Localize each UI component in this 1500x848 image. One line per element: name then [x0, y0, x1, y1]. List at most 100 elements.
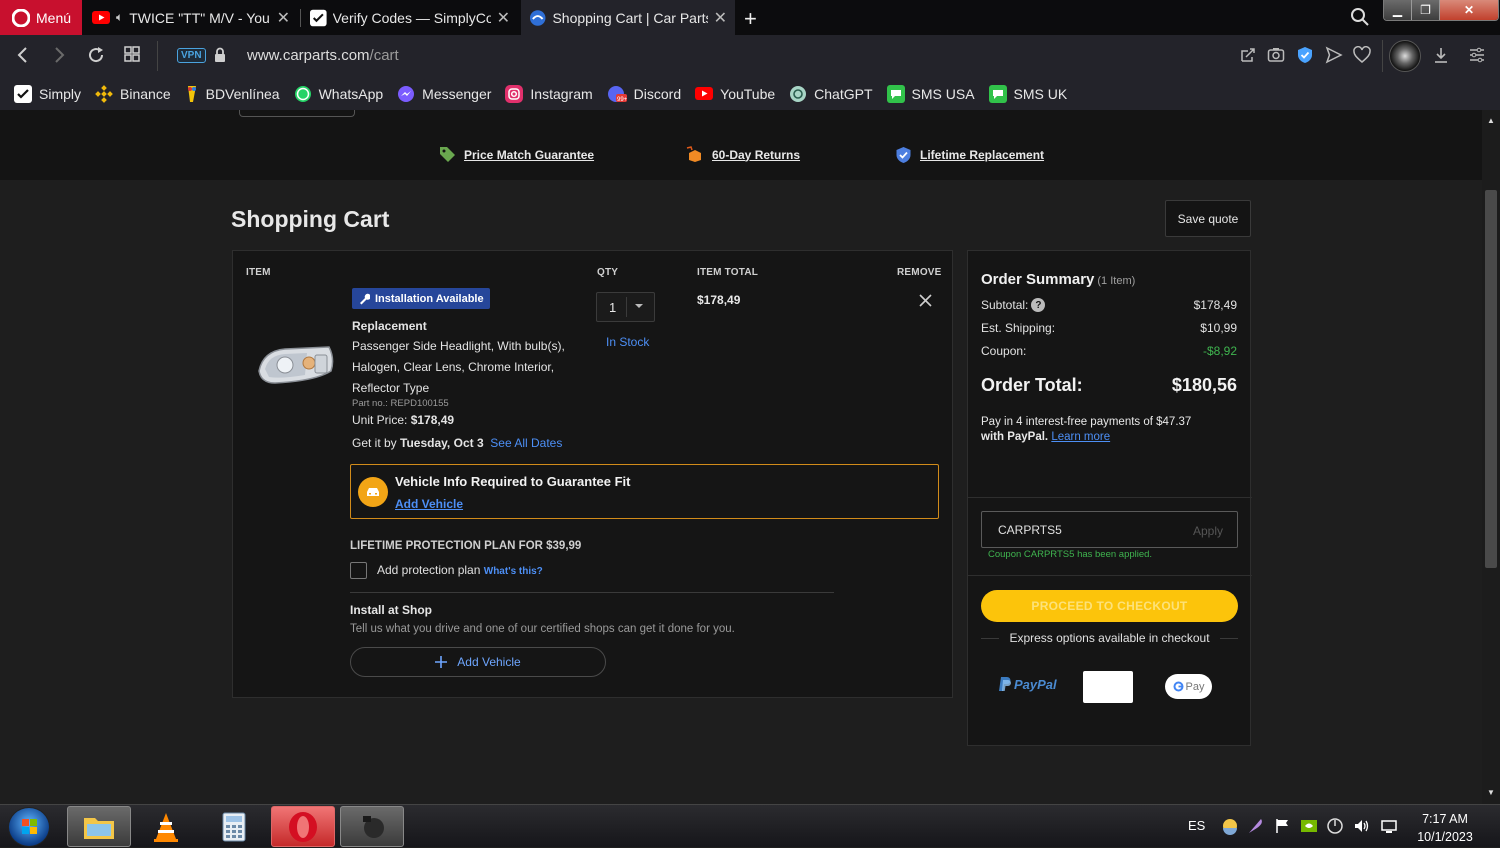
bookmark-messenger[interactable]: Messenger: [397, 85, 491, 103]
bookmark-chatgpt[interactable]: ChatGPT: [789, 85, 873, 103]
apple-pay-button[interactable]: [1083, 671, 1133, 703]
price-match-link[interactable]: Price Match Guarantee: [439, 146, 594, 163]
tab-title: Verify Codes — SimplyCodes: [332, 9, 491, 26]
bookmark-bdvenlinea[interactable]: BDVenlínea: [185, 85, 280, 103]
close-tab-icon[interactable]: ✕: [277, 8, 290, 28]
remove-item-close-icon[interactable]: [919, 294, 932, 307]
opera-menu-label: Menú: [36, 9, 72, 26]
returns-link[interactable]: 60-Day Returns: [686, 146, 800, 163]
guarantee-label: Price Match Guarantee: [464, 147, 595, 162]
scroll-down-arrow-icon[interactable]: ▼: [1487, 788, 1495, 797]
shipping-row: Est. Shipping: $10,99: [981, 321, 1237, 335]
file-explorer-taskbar-button[interactable]: [67, 806, 131, 847]
vlc-taskbar-button[interactable]: [134, 806, 198, 847]
eta-prefix: Get it by: [352, 436, 401, 450]
nvidia-tray-icon[interactable]: [1300, 817, 1318, 835]
bookmark-sms-uk[interactable]: SMS UK: [988, 84, 1067, 103]
shipping-value: $10,99: [1200, 321, 1237, 335]
tab-carparts[interactable]: Shopping Cart | Car Parts ✕: [521, 0, 735, 35]
lifetime-replacement-link[interactable]: Lifetime Replacement: [895, 146, 1044, 164]
easy-setup-menu-icon[interactable]: [1469, 46, 1485, 64]
tag-icon: [440, 147, 455, 162]
protection-plan-checkbox[interactable]: [350, 562, 367, 579]
install-at-shop-description: Tell us what you drive and one of our ce…: [350, 623, 735, 635]
tab-youtube[interactable]: 🔈︎ TWICE "TT" M/V - YouTube ✕: [84, 0, 298, 35]
bookmark-label: Instagram: [530, 85, 593, 102]
volume-tray-icon[interactable]: [1353, 817, 1371, 835]
quantity-select[interactable]: 1: [596, 292, 655, 322]
language-indicator[interactable]: ES: [1188, 818, 1205, 833]
profile-avatar[interactable]: [1389, 40, 1421, 72]
shipping-label: Est. Shipping:: [981, 321, 1056, 335]
product-name[interactable]: Replacement: [352, 319, 427, 333]
camera-icon[interactable]: [1267, 46, 1285, 64]
bookmark-discord[interactable]: 99+ Discord: [607, 85, 681, 103]
url-field[interactable]: www.carparts.com/cart: [247, 47, 399, 64]
eta-date: Tuesday, Oct 3: [400, 436, 484, 450]
express-options-text: Express options available in checkout: [1009, 631, 1210, 645]
close-tab-icon[interactable]: ✕: [497, 8, 510, 28]
whats-this-link[interactable]: What's this?: [484, 566, 543, 577]
network-tray-icon[interactable]: [1380, 817, 1398, 835]
coupon-value: -$8,92: [1202, 344, 1237, 358]
minimize-button[interactable]: ▁: [1384, 0, 1412, 20]
bookmark-label: YouTube: [720, 85, 776, 102]
close-window-button[interactable]: ✕: [1440, 0, 1498, 20]
coupon-field[interactable]: CARPRTS5 Apply: [981, 511, 1238, 548]
see-all-dates-link[interactable]: See All Dates: [490, 436, 562, 450]
save-quote-button[interactable]: Save quote: [1165, 200, 1251, 237]
edit-share-icon[interactable]: [1239, 46, 1257, 64]
opera-taskbar-button[interactable]: [271, 806, 335, 847]
start-button[interactable]: [8, 807, 50, 847]
close-tab-icon[interactable]: ✕: [714, 8, 727, 28]
url-host: www.carparts.com: [247, 47, 370, 64]
maximize-button[interactable]: ❐: [1412, 0, 1440, 20]
add-vehicle-link[interactable]: Add Vehicle: [395, 497, 463, 511]
bookmark-youtube[interactable]: YouTube: [695, 86, 775, 102]
product-description-line: Halogen, Clear Lens, Chrome Interior,: [352, 360, 555, 374]
system-clock[interactable]: 7:17 AM 10/1/2023: [1412, 810, 1478, 846]
bookmark-whatsapp[interactable]: WhatsApp: [294, 85, 383, 103]
tab-grid-icon[interactable]: [124, 46, 140, 62]
scroll-up-arrow-icon[interactable]: ▲: [1487, 116, 1495, 125]
flag-tray-icon[interactable]: [1274, 817, 1292, 835]
page-scrollbar[interactable]: ▲ ▼: [1482, 110, 1500, 804]
scrollbar-thumb[interactable]: [1485, 190, 1497, 568]
heart-icon[interactable]: [1353, 46, 1371, 64]
bookmark-sms-usa[interactable]: SMS USA: [886, 84, 975, 103]
app-taskbar-button[interactable]: [340, 806, 404, 847]
apply-coupon-button[interactable]: Apply: [1193, 524, 1223, 538]
download-icon[interactable]: [1432, 46, 1450, 64]
bookmark-simply[interactable]: Simply: [14, 84, 81, 103]
vpn-badge[interactable]: VPN: [177, 48, 206, 63]
learn-more-link[interactable]: Learn more: [1051, 431, 1110, 443]
order-summary-panel: Order Summary (1 Item) Subtotal:? $178,49…: [967, 250, 1252, 746]
tab-simplycodes[interactable]: Verify Codes — SimplyCodes ✕: [302, 0, 518, 35]
send-icon[interactable]: [1325, 46, 1343, 64]
lock-icon[interactable]: [214, 47, 226, 63]
proceed-to-checkout-button[interactable]: PROCEED TO CHECKOUT: [981, 590, 1238, 622]
coupon-code-value: CARPRTS5: [998, 523, 1062, 537]
feather-tray-icon[interactable]: [1247, 817, 1265, 835]
new-tab-plus-icon[interactable]: +: [744, 6, 757, 32]
calculator-taskbar-button[interactable]: [202, 806, 266, 847]
power-tray-icon[interactable]: [1326, 817, 1344, 835]
bookmark-binance[interactable]: Binance: [95, 84, 171, 103]
bookmark-instagram[interactable]: Instagram: [505, 84, 593, 103]
forward-arrow-icon[interactable]: [52, 46, 66, 64]
paypal-button[interactable]: PayPal: [998, 676, 1057, 692]
opera-menu-button[interactable]: Menú: [0, 0, 82, 35]
headlight-product-image[interactable]: [255, 341, 335, 389]
search-tabs-icon[interactable]: [1350, 7, 1370, 27]
car-icon: [358, 477, 388, 507]
gpay-text: Pay: [1185, 680, 1205, 693]
shield-icon[interactable]: [1296, 46, 1314, 64]
google-pay-button[interactable]: Pay: [1165, 674, 1212, 699]
weather-tray-icon[interactable]: [1221, 817, 1239, 835]
back-arrow-icon[interactable]: [16, 46, 30, 64]
header-button-partial[interactable]: [239, 110, 355, 117]
speaker-icon[interactable]: 🔈︎: [116, 10, 123, 25]
reload-icon[interactable]: [87, 46, 105, 64]
help-question-icon[interactable]: ?: [1031, 298, 1046, 312]
add-vehicle-button[interactable]: Add Vehicle: [350, 647, 606, 677]
